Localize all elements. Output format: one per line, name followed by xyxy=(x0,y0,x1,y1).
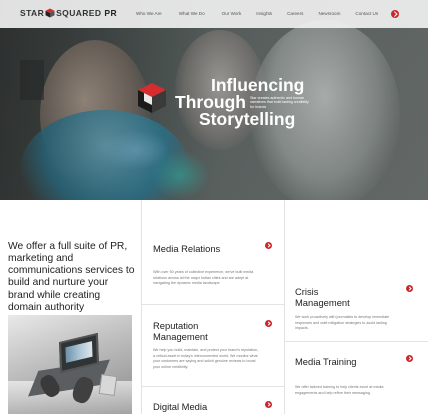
service-title-media-relations[interactable]: Media Relations xyxy=(153,243,233,254)
column-divider xyxy=(284,200,285,414)
nav-what-we-do[interactable]: What We Do xyxy=(179,11,205,16)
service-title-digital-media[interactable]: Digital Media xyxy=(153,401,233,412)
service-desc-media-relations: With over 50 years of collective experie… xyxy=(153,270,254,286)
nav-our-work[interactable]: Our Work xyxy=(222,11,242,16)
laptop-work-photo xyxy=(8,315,132,414)
services-intro-text: We offer a full suite of PR, marketing a… xyxy=(8,241,135,313)
service-desc-reputation-management: We help you build, maintain, and protect… xyxy=(153,348,259,370)
logo-cube-icon xyxy=(45,8,55,18)
service-divider xyxy=(284,341,428,342)
nav-careers[interactable]: Careers xyxy=(287,11,303,16)
nav-who-we-are[interactable]: Who We Are xyxy=(136,11,162,16)
service-title-media-training[interactable]: Media Training xyxy=(295,356,375,367)
service-title-crisis-management[interactable]: Crisis Management xyxy=(295,286,375,308)
brand-logo[interactable]: STAR SQUARED PR xyxy=(20,8,117,18)
column-divider xyxy=(141,200,142,414)
hero-headline-line-3: Storytelling xyxy=(199,109,296,129)
main-nav: Who We Are What We Do Our Work Insights … xyxy=(136,11,378,16)
nav-newsroom[interactable]: Newsroom xyxy=(318,11,340,16)
logo-text-squared: SQUARED xyxy=(56,8,102,18)
service-desc-media-training: We offer tailored training to help clien… xyxy=(295,385,384,395)
nav-contact-us[interactable]: Contact Us xyxy=(355,11,378,16)
hero-tagline: Star creates authentic and human narrati… xyxy=(250,96,309,109)
logo-text-star: STAR xyxy=(20,8,45,18)
nav-insights[interactable]: Insights xyxy=(256,11,272,16)
service-arrow-reputation-management-icon[interactable] xyxy=(265,320,272,327)
service-desc-crisis-management: We work proactively with journalists to … xyxy=(295,315,390,331)
star-cube-logo-icon xyxy=(138,83,166,113)
service-arrow-media-relations-icon[interactable] xyxy=(265,242,272,249)
service-divider xyxy=(141,304,284,305)
nav-arrow-button-icon[interactable] xyxy=(391,10,399,18)
top-navigation-bar: STAR SQUARED PR Who We Are What We Do Ou… xyxy=(0,0,428,28)
service-arrow-digital-media-icon[interactable] xyxy=(265,401,272,408)
service-title-reputation-management[interactable]: Reputation Management xyxy=(153,320,233,342)
service-divider xyxy=(141,386,284,387)
photo-calculator xyxy=(98,373,118,397)
service-arrow-crisis-management-icon[interactable] xyxy=(406,285,413,292)
hero-banner: Influencing Through Star creates authent… xyxy=(0,0,428,200)
logo-text-pr: PR xyxy=(104,8,118,18)
service-arrow-media-training-icon[interactable] xyxy=(406,355,413,362)
